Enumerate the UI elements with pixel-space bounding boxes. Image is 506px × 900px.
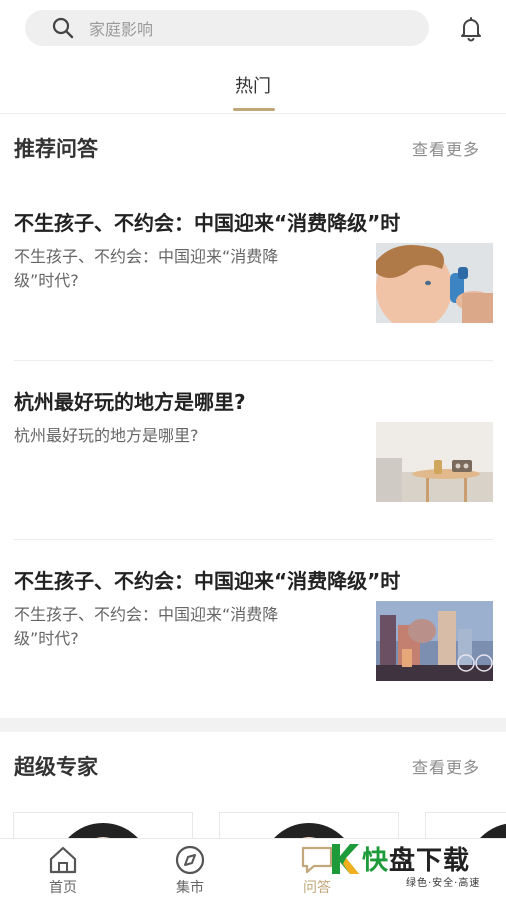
nav-home[interactable]: 首页 xyxy=(28,845,98,897)
nav-label: 集市 xyxy=(176,880,204,896)
bell-icon[interactable] xyxy=(456,14,486,44)
qa-thumbnail-image xyxy=(376,601,493,681)
qa-list-item[interactable]: 杭州最好玩的地方是哪里? 杭州最好玩的地方是哪里? xyxy=(14,386,493,536)
recommended-header: 推荐问答 查看更多 xyxy=(14,128,480,168)
tab-bar: 热门 xyxy=(0,62,506,114)
search-placeholder: 家庭影响 xyxy=(89,20,154,39)
qa-title: 杭州最好玩的地方是哪里? xyxy=(14,390,246,414)
search-icon xyxy=(52,17,74,39)
section-title: 超级专家 xyxy=(14,755,98,779)
compass-icon xyxy=(175,845,205,875)
qa-title: 不生孩子、不约会：中国迎来“消费降级”时 xyxy=(14,211,401,235)
watermark-title: 快盘下载 xyxy=(362,846,471,876)
tab-hot[interactable]: 热门 xyxy=(0,72,506,98)
divider xyxy=(14,539,493,540)
search-input[interactable]: 家庭影响 xyxy=(25,10,429,46)
watermark-subtitle: 绿色·安全·高速 xyxy=(406,878,481,889)
view-more-link[interactable]: 查看更多 xyxy=(412,136,480,160)
experts-header: 超级专家 查看更多 xyxy=(14,746,480,786)
k-logo-icon xyxy=(332,844,359,874)
qa-list-item[interactable]: 不生孩子、不约会：中国迎来“消费降级”时 不生孩子、不约会：中国迎来“消费降级”… xyxy=(14,207,493,357)
qa-description: 杭州最好玩的地方是哪里? xyxy=(14,426,199,445)
watermark-logo: 快盘下载 绿色·安全·高速 xyxy=(330,842,500,890)
section-separator xyxy=(0,718,506,732)
qa-description: 不生孩子、不约会：中国迎来“消费降级”时代? xyxy=(14,605,279,648)
home-icon xyxy=(49,846,77,874)
tab-active-indicator xyxy=(233,108,275,111)
qa-list-item[interactable]: 不生孩子、不约会：中国迎来“消费降级”时 不生孩子、不约会：中国迎来“消费降级”… xyxy=(14,565,493,715)
view-more-link[interactable]: 查看更多 xyxy=(412,754,480,778)
chat-bubble-icon xyxy=(301,846,333,874)
nav-label: 首页 xyxy=(49,880,77,896)
app-screen: 家庭影响 热门 推荐问答 查看更多 不生孩子、不约会：中国迎来“消费降级”时 不… xyxy=(0,0,506,900)
qa-thumbnail-image xyxy=(376,243,493,323)
qa-title: 不生孩子、不约会：中国迎来“消费降级”时 xyxy=(14,569,401,593)
section-title: 推荐问答 xyxy=(14,137,98,161)
qa-description: 不生孩子、不约会：中国迎来“消费降级”时代? xyxy=(14,247,279,290)
nav-market[interactable]: 集市 xyxy=(155,845,225,897)
top-bar: 家庭影响 xyxy=(25,10,486,46)
qa-thumbnail-image xyxy=(376,422,493,502)
divider xyxy=(14,360,493,361)
bottom-nav: 首页 集市 问答 快盘下载 绿色·安全·高速 xyxy=(0,838,506,900)
